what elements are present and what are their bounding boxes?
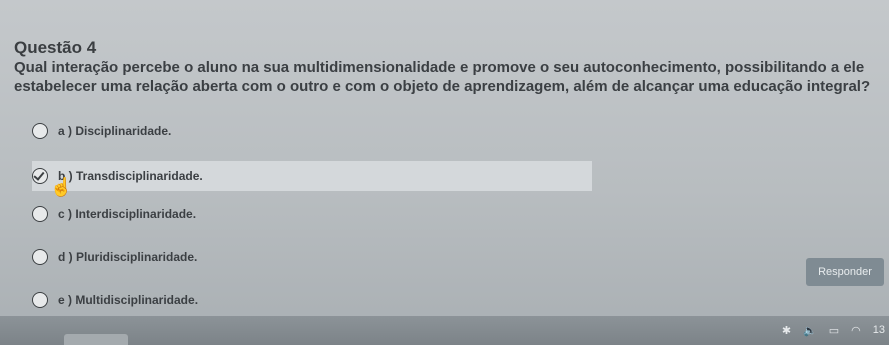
option-e-label: e ) Multidisciplinaridade.: [58, 293, 199, 307]
clock[interactable]: 13: [873, 324, 885, 336]
radio-c[interactable]: [32, 206, 48, 222]
option-c-label: c ) Interdisciplinaridade.: [58, 207, 197, 221]
option-d[interactable]: d ) Pluridisciplinaridade.: [32, 244, 592, 270]
radio-d[interactable]: [32, 249, 48, 265]
radio-b-checked[interactable]: [32, 168, 48, 184]
taskbar: [0, 316, 889, 345]
bluetooth-icon[interactable]: ✱: [782, 324, 791, 337]
question-text: Qual interação percebe o aluno na sua mu…: [14, 59, 871, 95]
taskbar-start-button[interactable]: [64, 334, 128, 345]
radio-a[interactable]: [32, 123, 48, 139]
option-a-label: a ) Disciplinaridade.: [58, 124, 172, 138]
quiz-screen: Questão 4 Qual interação percebe o aluno…: [0, 0, 889, 345]
option-a[interactable]: a ) Disciplinaridade.: [32, 118, 592, 144]
system-tray: ✱ 🔈 ▭ ◠ 13: [782, 320, 885, 340]
option-c[interactable]: c ) Interdisciplinaridade.: [32, 201, 592, 227]
option-d-label: d ) Pluridisciplinaridade.: [58, 250, 198, 264]
option-e[interactable]: e ) Multidisciplinaridade.: [32, 287, 592, 313]
wifi-icon[interactable]: ◠: [851, 324, 861, 337]
volume-icon[interactable]: 🔈: [803, 324, 817, 337]
option-b-label: b ) Transdisciplinaridade.: [58, 169, 203, 183]
respond-button[interactable]: Responder: [806, 258, 884, 286]
question-title: Questão 4: [14, 38, 97, 57]
option-b[interactable]: b ) Transdisciplinaridade.: [32, 161, 592, 191]
battery-icon[interactable]: ▭: [829, 324, 839, 337]
radio-e[interactable]: [32, 292, 48, 308]
hand-cursor-icon: ☝: [50, 177, 73, 197]
